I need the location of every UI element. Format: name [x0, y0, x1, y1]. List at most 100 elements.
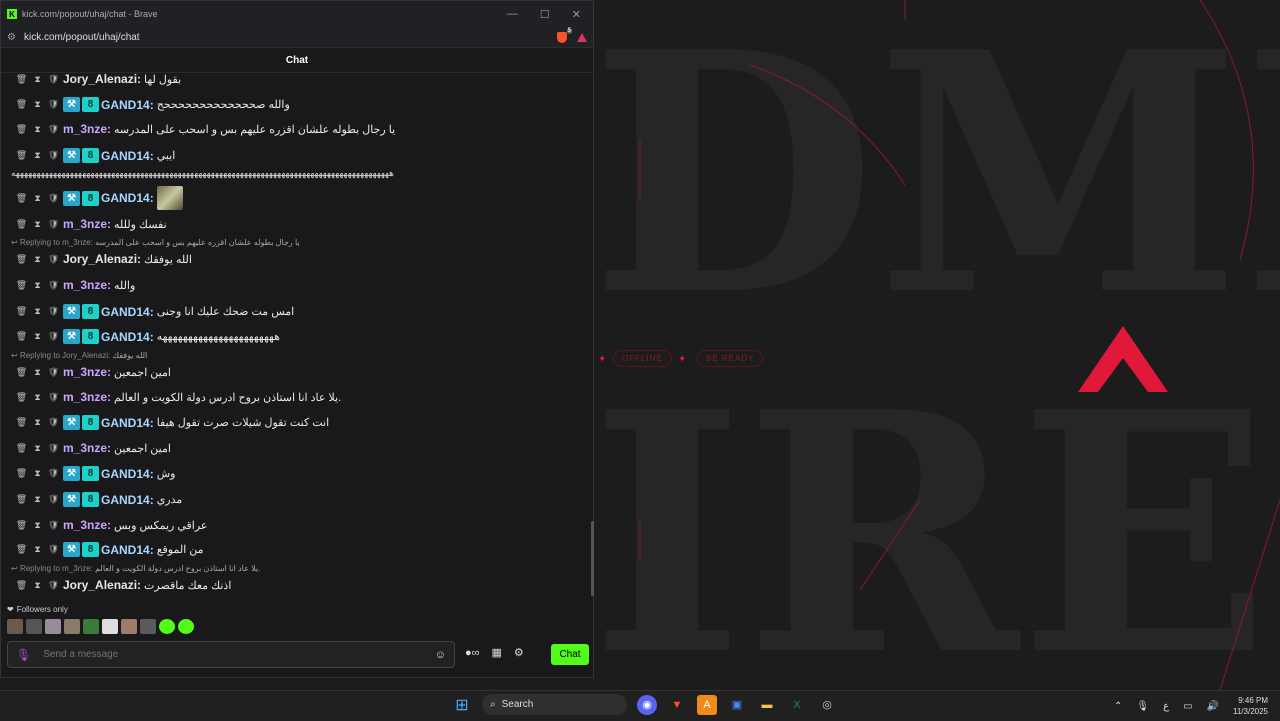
chat-username[interactable]: GAND14 — [101, 330, 150, 344]
store-icon[interactable]: ▦ — [492, 646, 502, 659]
site-settings-icon[interactable]: ⚙ — [7, 32, 16, 43]
timeout-icon[interactable]: ⧗ — [31, 124, 44, 135]
emote-2[interactable] — [26, 619, 42, 634]
chat-username[interactable]: GAND14 — [101, 543, 150, 557]
shield-icon[interactable]: 🛡 — [47, 494, 60, 505]
timeout-icon[interactable]: ⧗ — [31, 544, 44, 555]
shield-icon[interactable]: 🛡 — [47, 74, 60, 85]
reply-context[interactable]: ↩ Replying to m_3nze: يلا عاد انا استاذن… — [11, 564, 260, 573]
emote-9[interactable] — [159, 619, 175, 634]
timeout-icon[interactable]: ⧗ — [31, 494, 44, 505]
shield-icon[interactable]: 🛡 — [47, 306, 60, 317]
timeout-icon[interactable]: ⧗ — [31, 331, 44, 342]
delete-icon[interactable]: 🗑 — [15, 367, 28, 378]
delete-icon[interactable]: 🗑 — [15, 99, 28, 110]
chat-username[interactable]: m_3nze — [63, 278, 107, 292]
mic-tray-icon[interactable]: 🎙 — [1136, 701, 1149, 712]
chat-username[interactable]: m_3nze — [63, 365, 107, 379]
shield-icon[interactable]: 🛡 — [47, 193, 60, 204]
chat-username[interactable]: Jory_Alenazi — [63, 578, 137, 592]
address-bar[interactable]: ⚙ kick.com/popout/uhaj/chat — [1, 27, 593, 48]
file-explorer-icon[interactable]: ▬ — [757, 695, 777, 715]
delete-icon[interactable]: 🗑 — [15, 150, 28, 161]
delete-icon[interactable]: 🗑 — [15, 219, 28, 230]
chat-username[interactable]: m_3nze — [63, 122, 107, 136]
points-icon[interactable]: ●∞ — [465, 647, 480, 659]
clock[interactable]: 9:46 PM 11/3/2025 — [1233, 695, 1268, 717]
chat-username[interactable]: GAND14 — [101, 191, 150, 205]
timeout-icon[interactable]: ⧗ — [31, 468, 44, 479]
shield-icon[interactable]: 🛡 — [47, 124, 60, 135]
brave-shields-icon[interactable] — [557, 27, 572, 43]
emote-1[interactable] — [7, 619, 23, 634]
emote-3[interactable] — [45, 619, 61, 634]
shield-icon[interactable]: 🛡 — [47, 99, 60, 110]
emote-5[interactable] — [83, 619, 99, 634]
windows-start-icon[interactable]: ⊞ — [452, 695, 472, 715]
timeout-icon[interactable]: ⧗ — [31, 74, 44, 85]
timeout-icon[interactable]: ⧗ — [31, 520, 44, 531]
shield-icon[interactable]: 🛡 — [47, 417, 60, 428]
delete-icon[interactable]: 🗑 — [15, 468, 28, 479]
maximize-button[interactable]: ☐ — [540, 8, 550, 21]
title-bar[interactable]: K kick.com/popout/uhaj/chat - Brave — ☐ … — [1, 1, 593, 27]
timeout-icon[interactable]: ⧗ — [31, 219, 44, 230]
chat-username[interactable]: Jory_Alenazi — [63, 72, 137, 86]
delete-icon[interactable]: 🗑 — [15, 124, 28, 135]
excel-icon[interactable]: X — [787, 695, 807, 715]
chat-username[interactable]: GAND14 — [101, 305, 150, 319]
timeout-icon[interactable]: ⧗ — [31, 392, 44, 403]
chat-username[interactable]: m_3nze — [63, 518, 107, 532]
chat-username[interactable]: m_3nze — [63, 217, 107, 231]
delete-icon[interactable]: 🗑 — [15, 392, 28, 403]
shield-icon[interactable]: 🛡 — [47, 443, 60, 454]
chat-scrollbar[interactable] — [591, 521, 594, 596]
chat-username[interactable]: GAND14 — [101, 416, 150, 430]
settings-gear-icon[interactable]: ⚙ — [514, 646, 524, 659]
app-orange-icon[interactable]: A — [697, 694, 717, 715]
close-button[interactable]: ✕ — [572, 8, 581, 21]
delete-icon[interactable]: 🗑 — [15, 193, 28, 204]
shield-icon[interactable]: 🛡 — [47, 580, 60, 591]
shield-icon[interactable]: 🛡 — [47, 392, 60, 403]
emote-10[interactable] — [178, 619, 194, 634]
shield-icon[interactable]: 🛡 — [47, 520, 60, 531]
delete-icon[interactable]: 🗑 — [15, 520, 28, 531]
emote-7[interactable] — [121, 619, 137, 634]
volume-icon[interactable]: 🔊 — [1207, 701, 1219, 712]
microphone-icon[interactable]: 🎙 — [16, 648, 31, 662]
timeout-icon[interactable]: ⧗ — [31, 417, 44, 428]
message-input[interactable] — [41, 648, 435, 661]
timeout-icon[interactable]: ⧗ — [31, 254, 44, 265]
timeout-icon[interactable]: ⧗ — [31, 150, 44, 161]
message-input-box[interactable]: 🎙 ☺ — [7, 641, 455, 668]
delete-icon[interactable]: 🗑 — [15, 331, 28, 342]
minimize-button[interactable]: — — [507, 8, 518, 21]
shield-icon[interactable]: 🛡 — [47, 544, 60, 555]
language-indicator[interactable]: ع — [1163, 701, 1169, 712]
chat-username[interactable]: Jory_Alenazi — [63, 252, 137, 266]
emote-4[interactable] — [64, 619, 80, 634]
delete-icon[interactable]: 🗑 — [15, 580, 28, 591]
tray-chevron-icon[interactable]: ⌃ — [1114, 701, 1122, 712]
timeout-icon[interactable]: ⧗ — [31, 193, 44, 204]
reply-context[interactable]: ↩ Replying to Jory_Alenazi: الله يوفقك — [11, 351, 147, 360]
app-blue-icon[interactable]: ▣ — [727, 695, 747, 715]
chat-username[interactable]: GAND14 — [101, 467, 150, 481]
chat-username[interactable]: m_3nze — [63, 441, 107, 455]
network-icon[interactable]: ▭ — [1183, 701, 1192, 712]
delete-icon[interactable]: 🗑 — [15, 280, 28, 291]
app-circle-icon[interactable]: ◎ — [817, 695, 837, 715]
taskbar-search[interactable]: ⌕ Search — [482, 694, 627, 715]
timeout-icon[interactable]: ⧗ — [31, 580, 44, 591]
delete-icon[interactable]: 🗑 — [15, 74, 28, 85]
url-text[interactable]: kick.com/popout/uhaj/chat — [24, 32, 140, 43]
brave-icon[interactable]: ▼ — [667, 695, 687, 715]
delete-icon[interactable]: 🗑 — [15, 494, 28, 505]
timeout-icon[interactable]: ⧗ — [31, 443, 44, 454]
shield-icon[interactable]: 🛡 — [47, 331, 60, 342]
chat-username[interactable]: GAND14 — [101, 149, 150, 163]
shield-icon[interactable]: 🛡 — [47, 254, 60, 265]
chat-username[interactable]: GAND14 — [101, 98, 150, 112]
shield-icon[interactable]: 🛡 — [47, 150, 60, 161]
